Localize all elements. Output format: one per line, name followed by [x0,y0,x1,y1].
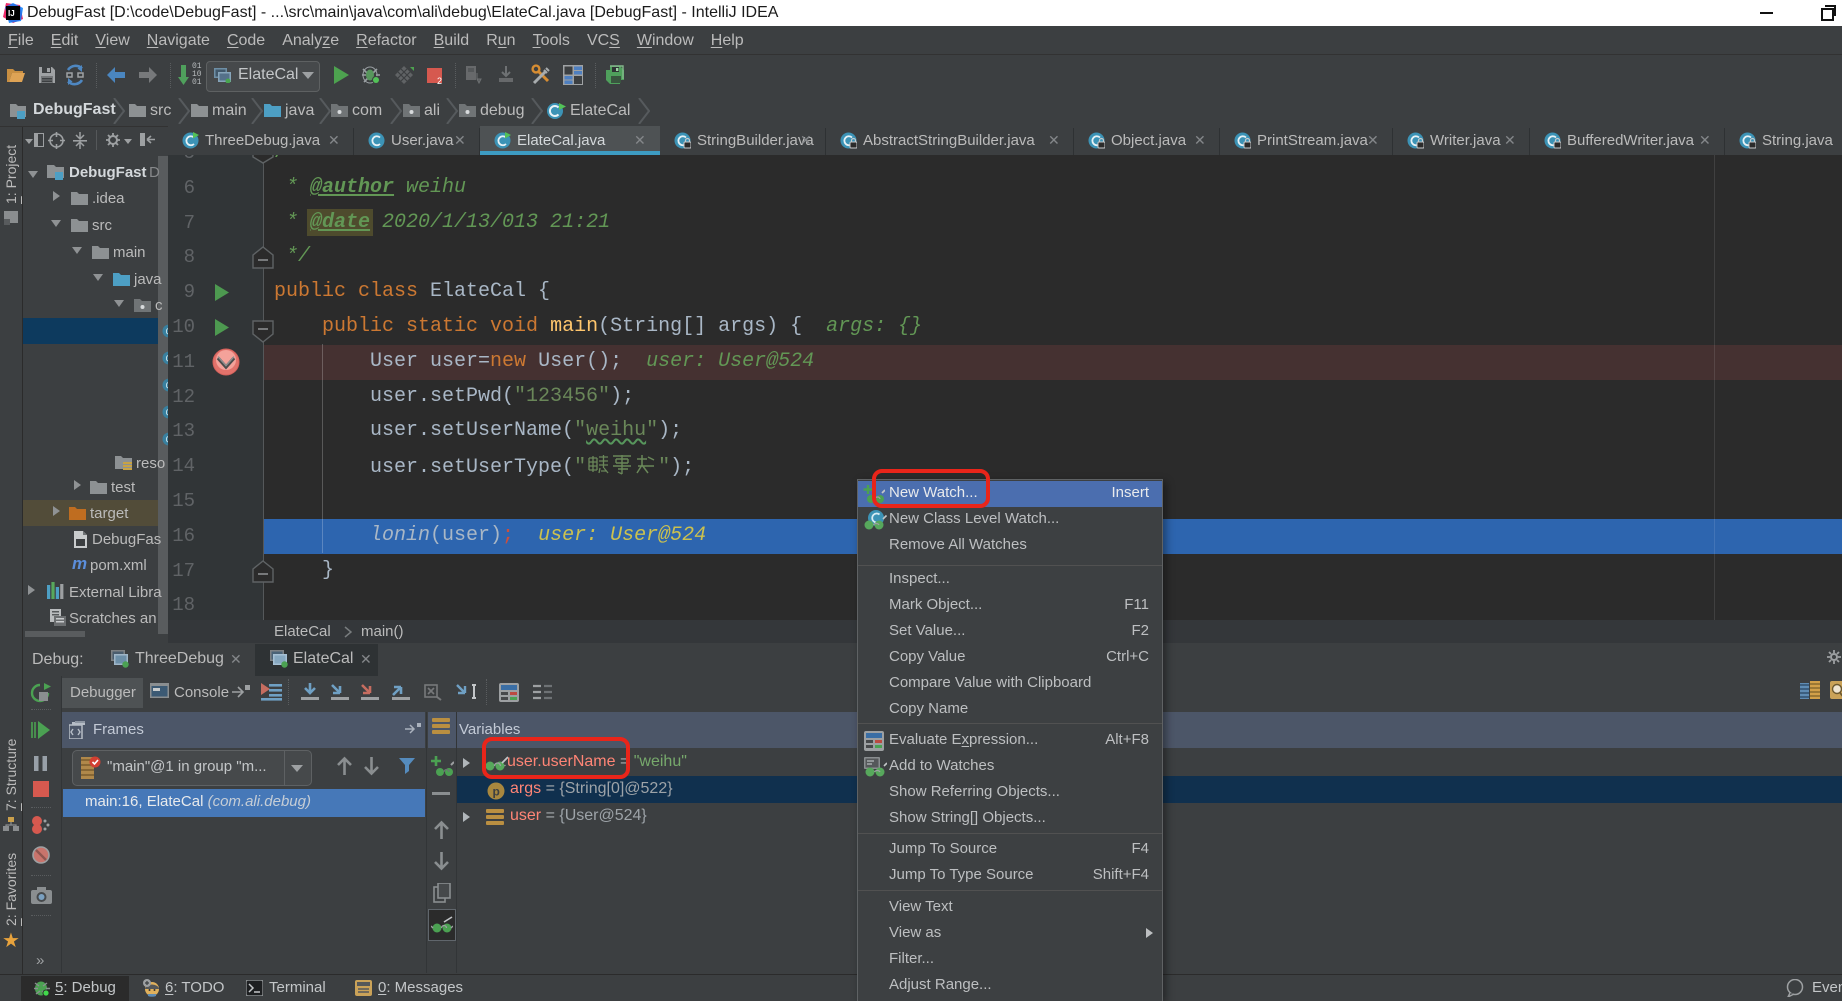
svg-text:p: p [493,785,500,799]
svg-text:IJ: IJ [8,9,15,18]
